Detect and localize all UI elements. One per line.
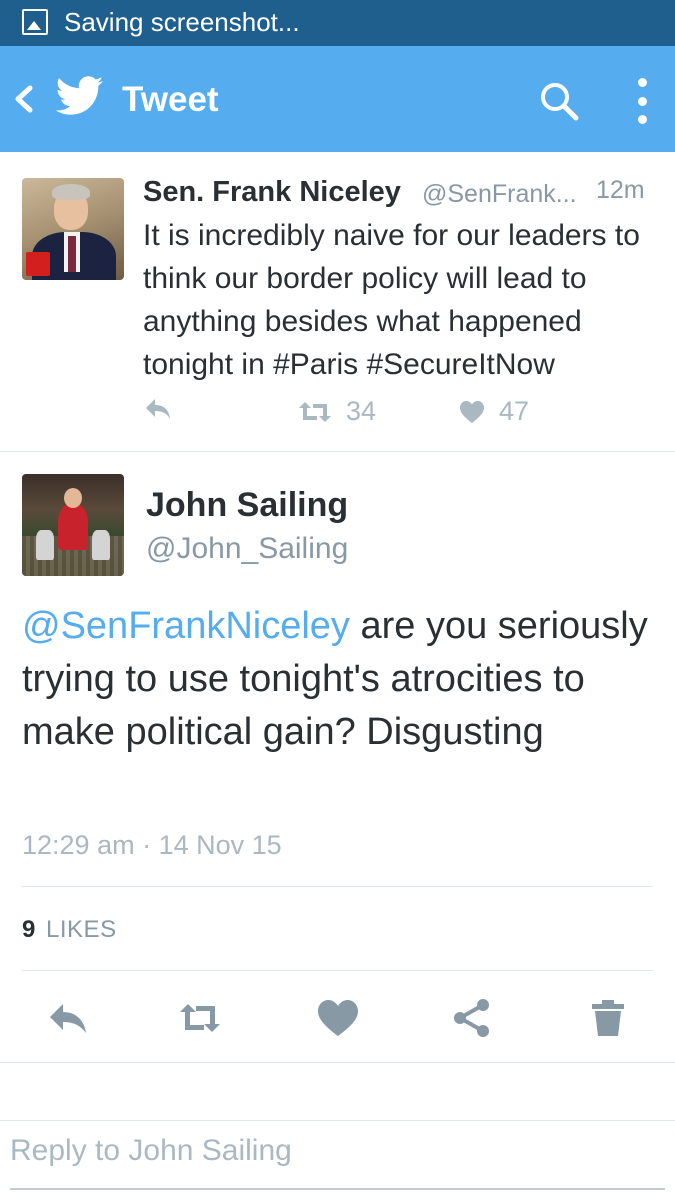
mention-link[interactable]: @SenFrankNiceley (22, 605, 350, 647)
like-count: 47 (499, 396, 530, 426)
divider (0, 1062, 675, 1063)
heart-icon (460, 400, 484, 423)
divider (22, 970, 653, 971)
tweet-actions: 34 47 (143, 396, 643, 432)
author-handle[interactable]: @John_Sailing (146, 532, 348, 566)
avatar[interactable] (22, 474, 124, 576)
retweet-icon (299, 401, 331, 422)
likes-count: 9 (22, 916, 36, 943)
heart-icon[interactable] (316, 998, 360, 1038)
trash-icon[interactable] (586, 998, 630, 1038)
reply-icon[interactable] (46, 998, 90, 1038)
tweet-time: 12m (596, 176, 645, 204)
parent-tweet[interactable]: Sen. Frank Niceley @SenFrank... 12m It i… (0, 152, 675, 452)
retweet-icon[interactable] (178, 998, 222, 1038)
twitter-bird-icon (56, 76, 103, 115)
status-bar: Saving screenshot... (0, 0, 675, 46)
likes-label: LIKES (46, 916, 117, 943)
tweet-actions (0, 992, 675, 1042)
overflow-menu-icon[interactable] (630, 78, 654, 124)
avatar[interactable] (22, 178, 124, 280)
author-handle[interactable]: @SenFrank... (422, 180, 577, 209)
like-button[interactable]: 47 (459, 396, 529, 427)
divider (0, 1120, 675, 1121)
share-icon[interactable] (450, 998, 494, 1038)
screenshot-icon (22, 9, 48, 35)
reply-icon (146, 399, 170, 419)
back-chevron-icon[interactable] (10, 84, 40, 114)
divider (22, 886, 653, 887)
reply-input-underline (10, 1188, 665, 1190)
tweet-text: @SenFrankNiceley are you seriously tryin… (22, 600, 662, 759)
search-icon[interactable] (538, 80, 580, 122)
retweet-count: 34 (346, 396, 377, 426)
reply-button[interactable] (143, 396, 173, 422)
tweet-text: It is incredibly naive for our leaders t… (143, 219, 640, 381)
author-name[interactable]: Sen. Frank Niceley (143, 176, 401, 209)
retweet-button[interactable]: 34 (298, 396, 376, 427)
tweet-timestamp: 12:29 am · 14 Nov 15 (22, 830, 282, 860)
reply-input[interactable]: Reply to John Sailing (10, 1134, 650, 1168)
page-title: Tweet (122, 80, 219, 119)
status-text: Saving screenshot... (64, 7, 300, 37)
likes-summary[interactable]: 9 LIKES (22, 916, 117, 944)
app-bar: Tweet (0, 46, 675, 152)
author-name[interactable]: John Sailing (146, 486, 348, 525)
